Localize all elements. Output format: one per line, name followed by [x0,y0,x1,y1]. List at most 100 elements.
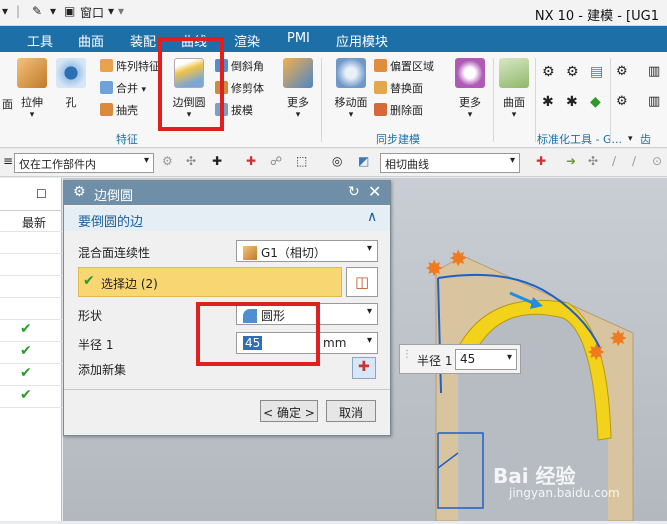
unite-button[interactable]: 合并 ▾ [100,80,146,98]
pick-icon[interactable]: ☍ [270,154,282,168]
shell-icon [100,103,113,116]
gear-tool-icon[interactable]: ⚙ [616,64,628,79]
std-tool-icon[interactable]: ◆ [590,94,601,110]
tab-render[interactable]: 渲染 [234,31,260,50]
point-icon[interactable]: ✚ [246,154,256,168]
trim-body-label: 修剪体 [231,82,264,95]
move-face-button[interactable]: 移动面 ▾ [330,58,372,124]
std-tool-icon[interactable]: ⚙ [542,64,555,80]
more-sync-icon [455,58,485,88]
tab-assembly[interactable]: 装配 [130,31,156,50]
check-icon: ✔ [20,365,32,381]
section-title: 要倒圆的边 [78,215,144,230]
offset-region-button[interactable]: 偏置区域 [374,58,434,76]
gear-tool-icon[interactable]: ▥ [648,94,660,109]
tab-tools[interactable]: 工具 [27,31,53,50]
std-tool-icon[interactable]: ⚙ [566,64,579,80]
maximize-icon[interactable]: ☐ [36,187,47,201]
part-navigator: ☐ 最新 ✔ ✔ ✔ ✔ [0,178,62,521]
float-radius-label: 半径 1 [417,354,453,368]
radius-label: 半径 1 [78,338,114,352]
gear-icon[interactable]: ⚙ [73,184,86,200]
check-icon: ✔ [83,273,95,289]
list-item[interactable] [0,276,62,298]
chevron-down-icon[interactable]: ▾ [507,352,512,363]
marker-icon: ✸ [449,247,467,272]
select-edge-button[interactable]: ◫ [346,267,378,297]
add-new-set-button[interactable]: ✚ [352,357,376,379]
feature-group-label: 特征 [116,133,138,146]
snap-icon[interactable]: ✣ [588,154,598,168]
more-button-1[interactable]: 更多 ▾ [278,58,318,124]
cancel-button[interactable]: 取消 [326,400,376,422]
list-item[interactable] [0,232,62,254]
box-select-icon[interactable]: ⬚ [296,154,307,168]
separator: | [16,4,21,18]
unite-label: 合并 [116,82,138,95]
quick-access-dropdown-2[interactable]: ▾ [50,4,56,18]
replace-face-button[interactable]: 替换面 [374,80,423,98]
watermark-url: jingyan.baidu.com [509,486,620,500]
tab-applications[interactable]: 应用模块 [336,31,388,50]
list-item[interactable] [0,298,62,320]
view-icon[interactable]: ◎ [332,154,342,168]
delete-face-button[interactable]: 删除面 [374,102,423,120]
std-tool-icon[interactable]: ✱ [566,94,578,110]
select-icon[interactable]: ✚ [212,154,222,168]
more-features-icon [283,58,313,88]
hole-button[interactable]: 孔 [51,58,91,124]
pattern-feature-button[interactable]: 阵列特征 [100,58,160,76]
window-menu[interactable]: 窗口 [80,4,104,21]
selection-scope-combo[interactable]: 仅在工作部件内 ▾ [14,153,154,173]
curve-rule-combo[interactable]: 相切曲线 ▾ [380,153,520,173]
offset-region-label: 偏置区域 [390,60,434,73]
shell-button[interactable]: 抽壳 [100,102,138,120]
arrow-icon[interactable]: ➜ [566,154,576,168]
chevron-down-icon: ▾ [366,306,372,317]
reset-icon[interactable]: ↻ [348,184,360,200]
tab-surface[interactable]: 曲面 [78,31,104,50]
marker-icon: ✸ [425,257,443,282]
surface-button[interactable]: 曲面 ▾ [496,58,532,124]
list-item[interactable]: ✔ [0,386,62,408]
group-divider [321,58,322,142]
menu-icon[interactable]: ≡ [3,154,13,168]
float-radius-field[interactable]: 45 ▾ [455,349,517,370]
select-edge-row[interactable]: ✔ 选择边 (2) [78,267,342,297]
cube-icon[interactable]: ◩ [358,154,369,168]
list-item[interactable]: ✔ [0,342,62,364]
section-header[interactable]: 要倒圆的边 ∧ [64,207,390,231]
window-menu-dropdown[interactable]: ▾ [108,4,114,18]
std-tool-icon[interactable]: ▤ [590,64,603,80]
dropdown-arrow-icon: ▾ [348,110,354,120]
navigator-header: 最新 [0,210,62,232]
close-icon[interactable]: ✕ [368,182,381,201]
tab-pmi[interactable]: PMI [287,31,310,46]
collapse-icon[interactable]: ∧ [367,209,377,225]
line-icon[interactable]: ∕ [612,154,616,168]
line-icon[interactable]: ∕ [632,154,636,168]
point-icon[interactable]: ⊙ [652,154,662,168]
grip-icon[interactable]: ⋮ [402,349,412,360]
toolbar-expand[interactable]: ▾ [118,4,124,18]
brush-icon[interactable]: ✎ [32,4,42,18]
dropdown-arrow-icon[interactable]: ▾ [142,85,147,95]
ribbon: 面 拉伸 ▾ 孔 阵列特征 合并 ▾ 抽壳 边倒圆 ▾ 倒斜角 修剪体 拔模 更… [0,52,667,162]
list-item[interactable] [0,254,62,276]
list-item[interactable]: ✔ [0,320,62,342]
ok-button[interactable]: < 确定 > [260,400,318,422]
continuity-select[interactable]: G1（相切） ▾ [236,240,378,262]
std-tool-icon[interactable]: ✱ [542,94,554,110]
gear-tool-icon[interactable]: ⚙ [616,94,628,109]
list-item[interactable]: ✔ [0,364,62,386]
quick-access-dropdown[interactable]: ▾ [2,4,8,18]
snap-icon[interactable]: ⚙ [162,154,173,168]
gear-tool-icon[interactable]: ▥ [648,64,660,79]
group-divider [493,58,494,142]
snap-point-icon[interactable]: ✚ [536,154,546,168]
more-button-2[interactable]: 更多 ▾ [450,58,490,124]
shape-label: 形状 [78,309,103,323]
dropdown-arrow-icon[interactable]: ▾ [628,134,633,144]
filter-icon[interactable]: ✣ [186,154,196,168]
extrude-button[interactable]: 拉伸 ▾ [12,58,52,124]
